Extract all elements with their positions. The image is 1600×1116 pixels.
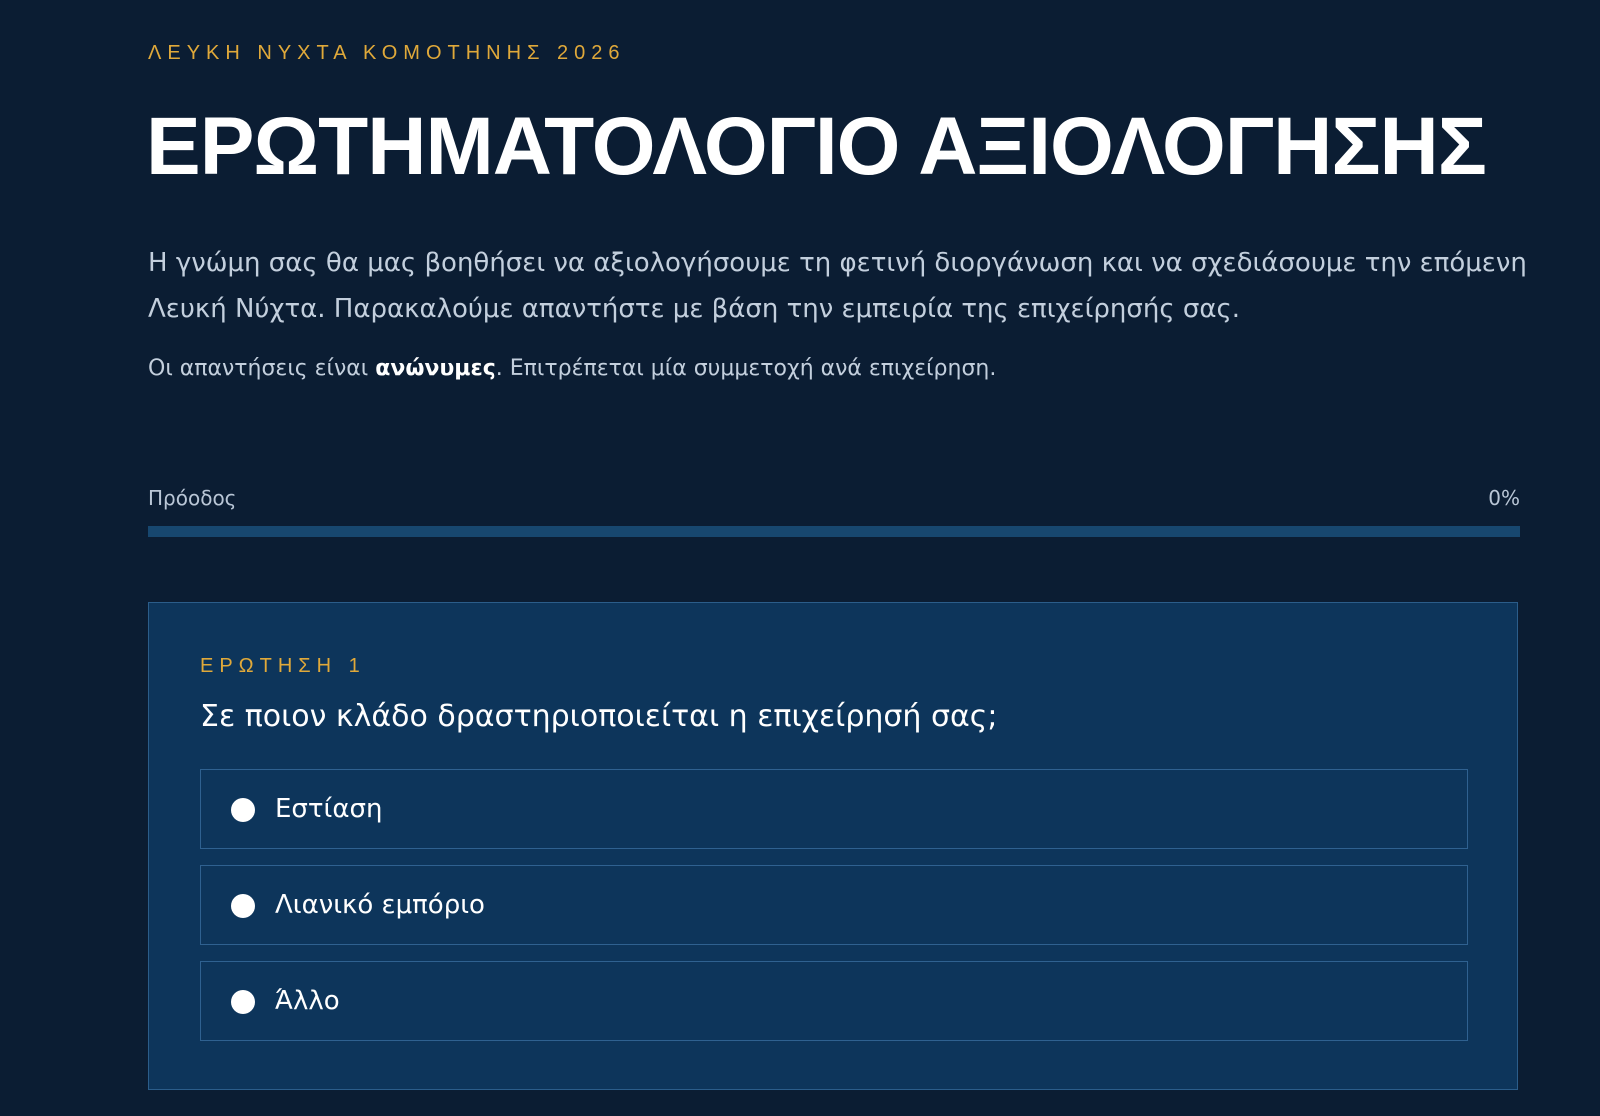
radio-button[interactable]: [231, 990, 255, 1014]
progress-bar: [148, 526, 1520, 537]
note-text-after: . Επιτρέπεται μία συμμετοχή ανά επιχείρη…: [495, 356, 997, 381]
survey-page: ΛΕΥΚΗ ΝΥΧΤΑ ΚΟΜΟΤΗΝΗΣ 2026 ΕΡΩΤΗΜΑΤΟΛΟΓΙ…: [0, 0, 1600, 1116]
anonymity-note: Οι απαντήσεις είναι ανώνυμες. Επιτρέπετα…: [148, 356, 996, 381]
option-estiasi[interactable]: Εστίαση: [200, 769, 1468, 849]
radio-button[interactable]: [231, 798, 255, 822]
page-title: ΕΡΩΤΗΜΑΤΟΛΟΓΙΟ ΑΞΙΟΛΟΓΗΣΗΣ: [146, 101, 1487, 192]
question-card: ΕΡΩΤΗΣΗ 1 Σε ποιον κλάδο δραστηριοποιείτ…: [148, 602, 1518, 1090]
question-text: Σε ποιον κλάδο δραστηριοποιείται η επιχε…: [200, 699, 998, 734]
option-label: Εστίαση: [275, 794, 383, 824]
option-lianiko-emporio[interactable]: Λιανικό εμπόριο: [200, 865, 1468, 945]
note-emphasis: ανώνυμες: [375, 356, 496, 381]
option-allo[interactable]: Άλλο: [200, 961, 1468, 1041]
event-eyebrow: ΛΕΥΚΗ ΝΥΧΤΑ ΚΟΜΟΤΗΝΗΣ 2026: [148, 42, 626, 64]
progress-label: Πρόοδος: [148, 486, 237, 510]
option-label: Λιανικό εμπόριο: [275, 890, 485, 920]
radio-button[interactable]: [231, 894, 255, 918]
option-label: Άλλο: [275, 986, 340, 1016]
question-number: ΕΡΩΤΗΣΗ 1: [200, 655, 366, 677]
intro-text: Η γνώμη σας θα μας βοηθήσει να αξιολογήσ…: [148, 248, 1527, 324]
progress-percent: 0%: [1488, 486, 1520, 510]
note-text-before: Οι απαντήσεις είναι: [148, 356, 376, 381]
